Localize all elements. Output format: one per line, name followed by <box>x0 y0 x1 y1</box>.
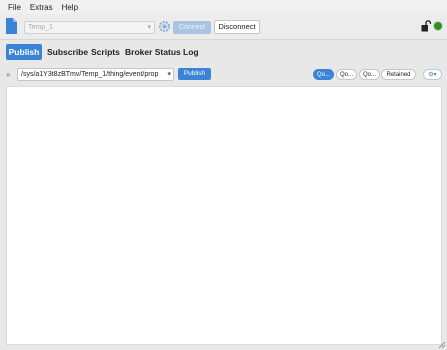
chevron-down-icon[interactable]: ▾ <box>166 69 171 80</box>
topic-input[interactable]: /sys/a1Y3t8zBTmv/Temp_1/thing/event/prop… <box>17 68 174 81</box>
connection-toolbar: Temp_1 ▾ Connect Disconnect <box>0 14 447 40</box>
publish-button[interactable]: Publish <box>178 68 211 80</box>
main-tabs: Publish Subscribe Scripts Broker Status … <box>0 44 447 60</box>
qos2-button[interactable]: Qo... <box>359 69 380 80</box>
chevron-down-icon: ▾ <box>147 24 151 31</box>
connection-status-dot <box>433 21 443 31</box>
resize-grip-icon[interactable] <box>438 341 446 349</box>
menu-help[interactable]: Help <box>62 3 78 12</box>
payload-editor[interactable] <box>6 86 442 345</box>
disconnect-button[interactable]: Disconnect <box>214 20 260 34</box>
double-chevron-right-icon[interactable]: » <box>6 70 10 79</box>
unlocked-lock-icon <box>421 20 431 32</box>
tab-subscribe[interactable]: Subscribe <box>47 44 88 60</box>
tab-log[interactable]: Log <box>183 44 199 60</box>
publish-bar: » /sys/a1Y3t8zBTmv/Temp_1/thing/event/pr… <box>0 67 447 83</box>
tab-broker-status[interactable]: Broker Status <box>125 44 181 60</box>
profile-value: Temp_1 <box>28 24 53 31</box>
connect-button[interactable]: Connect <box>173 21 211 34</box>
options-gear-icon[interactable]: ⚙▾ <box>423 69 442 80</box>
menu-file[interactable]: File <box>8 3 21 12</box>
tab-publish[interactable]: Publish <box>6 44 42 60</box>
tab-scripts[interactable]: Scripts <box>91 44 120 60</box>
menu-extras[interactable]: Extras <box>30 3 53 12</box>
connection-profile-select[interactable]: Temp_1 ▾ <box>24 21 155 34</box>
menu-bar: File Extras Help <box>0 0 447 14</box>
topic-value: /sys/a1Y3t8zBTmv/Temp_1/thing/event/prop <box>21 71 159 78</box>
document-icon[interactable] <box>5 18 17 34</box>
qos1-button[interactable]: Qo... <box>336 69 357 80</box>
gear-icon[interactable] <box>158 20 171 33</box>
qos0-button[interactable]: Qo... <box>313 69 334 80</box>
retained-toggle[interactable]: Retained <box>381 69 416 80</box>
